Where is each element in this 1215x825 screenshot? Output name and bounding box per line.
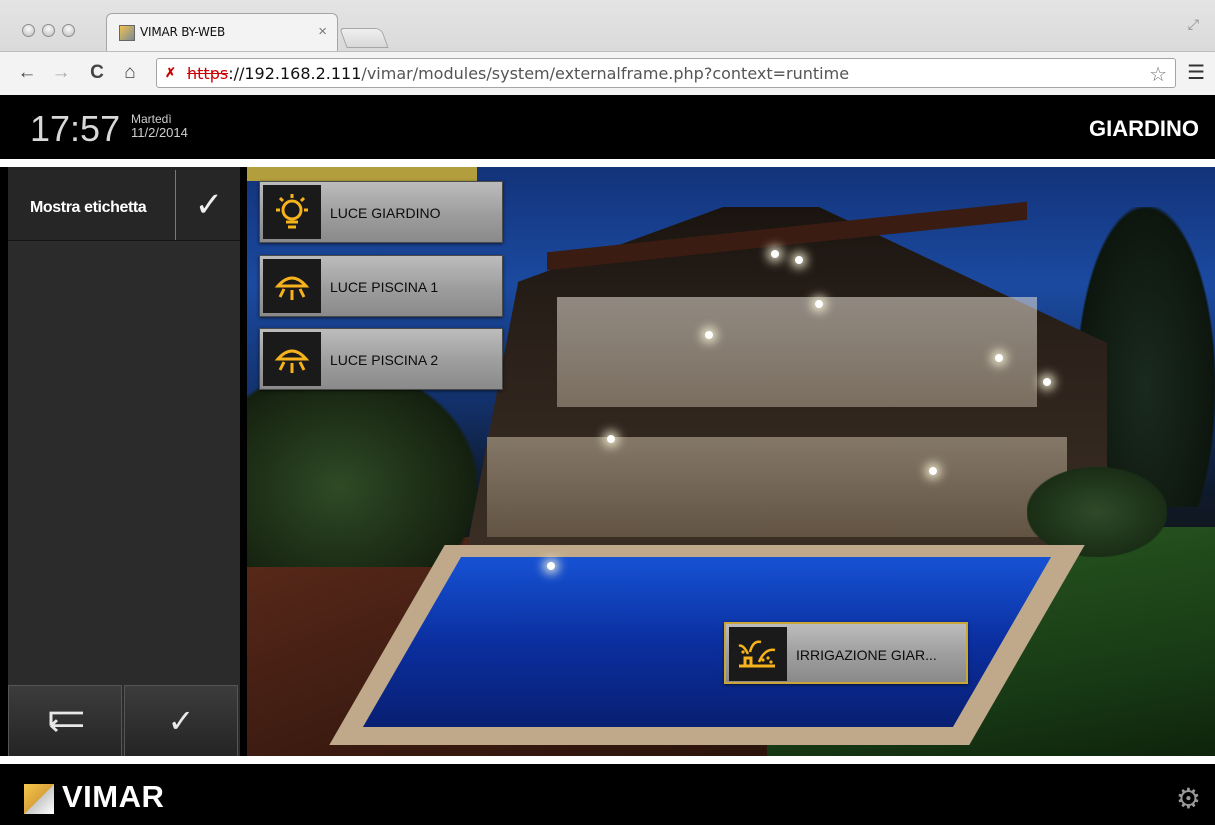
url-text: https://192.168.2.111/vimar/modules/syst… [187, 64, 849, 83]
back-icon [49, 711, 83, 732]
window-zoom-button[interactable] [62, 24, 75, 37]
show-label-text: Mostra etichetta [30, 199, 147, 216]
checkmark-icon: ✓ [167, 703, 195, 739]
confirm-button[interactable]: ✓ [124, 685, 238, 758]
app-header: 17:57 Martedì 11/2/2014 GIARDINO [0, 96, 1215, 159]
house-light [995, 354, 1003, 362]
reload-icon[interactable]: C [86, 60, 108, 86]
browser-chrome: VIMAR BY-WEB × ⤢ ← → C ⌂ ✗ https://192.1… [0, 0, 1215, 95]
widget-label: LUCE GIARDINO [330, 205, 441, 221]
url-host: ://192.168.2.111 [228, 64, 362, 83]
url-path: /vimar/modules/system/externalframe.php?… [361, 64, 850, 83]
widget-luce-piscina-1[interactable]: LUCE PISCINA 1 [259, 255, 503, 317]
gear-icon[interactable]: ⚙ [1176, 782, 1201, 815]
window-minimize-button[interactable] [42, 24, 55, 37]
clock: 17:57 [30, 108, 121, 149]
widget-luce-giardino[interactable]: LUCE GIARDINO [259, 181, 503, 243]
date: 11/2/2014 [131, 125, 188, 140]
new-tab-button[interactable] [339, 28, 389, 48]
lower-floor [487, 437, 1067, 537]
tile-highlight [247, 167, 477, 181]
divider [0, 756, 1215, 764]
address-bar[interactable]: ✗ https://192.168.2.111/vimar/modules/sy… [156, 58, 1176, 88]
brand-name: VIMAR [62, 779, 165, 814]
bush [1027, 467, 1167, 557]
irrigation-icon [729, 627, 787, 681]
pool-light [547, 562, 555, 570]
room-title: GIARDINO [1089, 116, 1199, 141]
house-light [771, 250, 779, 258]
browser-tab[interactable]: VIMAR BY-WEB × [106, 13, 338, 51]
house-light [815, 300, 823, 308]
side-action-buttons: ✓ [8, 685, 240, 758]
tab-title: VIMAR BY-WEB [140, 25, 226, 39]
weekday: Martedì [131, 112, 172, 126]
house-light [929, 467, 937, 475]
vimar-logo-icon [24, 784, 54, 814]
show-label-checkmark-icon[interactable]: ✓ [184, 185, 234, 225]
divider [175, 170, 176, 240]
bulb-on-icon [263, 185, 321, 239]
spotlight-icon [263, 259, 321, 313]
house-light [607, 435, 615, 443]
window-close-button[interactable] [22, 24, 35, 37]
url-scheme: https [187, 64, 229, 83]
home-icon[interactable]: ⌂ [119, 60, 141, 86]
divider [0, 159, 1215, 167]
garden-scene: LUCE GIARDINO LUCE PISCINA 1 LUCE PISCIN… [247, 167, 1215, 756]
house-light [705, 331, 713, 339]
bookmark-star-icon[interactable]: ☆ [1149, 62, 1167, 87]
show-label-row: Mostra etichetta ✓ [8, 167, 240, 241]
back-button[interactable] [8, 685, 122, 758]
fullscreen-icon[interactable]: ⤢ [1188, 16, 1199, 33]
side-panel: Mostra etichetta ✓ ✓ [8, 167, 240, 758]
widget-irrigazione-giardino[interactable]: IRRIGAZIONE GIAR... [724, 622, 968, 684]
trees-left [247, 367, 477, 567]
widget-label: LUCE PISCINA 2 [330, 352, 439, 368]
widget-label: IRRIGAZIONE GIAR... [796, 647, 937, 663]
upper-floor [557, 297, 1037, 407]
tab-close-icon[interactable]: × [318, 23, 327, 40]
widget-luce-piscina-2[interactable]: LUCE PISCINA 2 [259, 328, 503, 390]
insecure-lock-icon: ✗ [165, 65, 176, 80]
footer: VIMAR ⚙ [0, 764, 1215, 825]
house-light [795, 256, 803, 264]
back-arrow-icon[interactable]: ← [16, 60, 38, 86]
browser-toolbar: ← → C ⌂ ✗ https://192.168.2.111/vimar/mo… [0, 51, 1215, 95]
spotlight-icon [263, 332, 321, 386]
browser-menu-icon[interactable]: ☰ [1187, 60, 1205, 85]
house-light [1043, 378, 1051, 386]
vimar-favicon-icon [119, 25, 135, 41]
forward-arrow-icon[interactable]: → [50, 60, 72, 86]
widget-label: LUCE PISCINA 1 [330, 279, 439, 295]
